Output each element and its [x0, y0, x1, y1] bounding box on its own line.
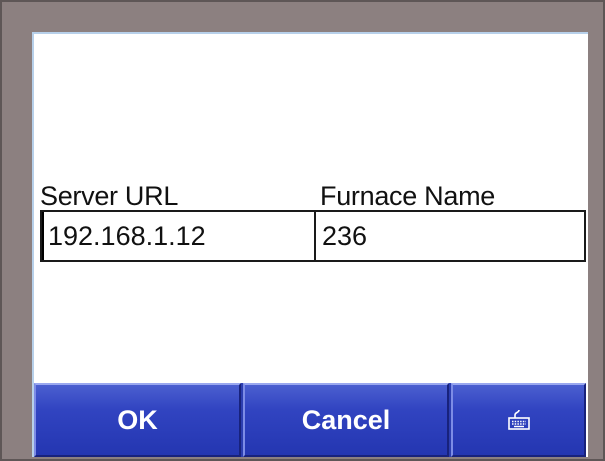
furnace-name-input[interactable]: 236 [314, 212, 584, 260]
keyboard-button[interactable] [451, 383, 586, 457]
server-url-input[interactable]: 192.168.1.12 [42, 212, 314, 260]
ok-button-label: OK [117, 404, 158, 435]
keyboard-icon [507, 409, 531, 431]
button-bar: OK Cancel [34, 383, 586, 457]
input-row: 192.168.1.12 236 [40, 210, 586, 262]
dialog-screen: Server URL Furnace Name 192.168.1.12 236… [32, 32, 588, 457]
cancel-button-label: Cancel [301, 404, 391, 435]
furnace-name-label: Furnace Name [320, 181, 495, 211]
server-url-label: Server URL [40, 181, 179, 211]
device-bezel: Server URL Furnace Name 192.168.1.12 236… [0, 0, 605, 461]
cancel-button[interactable]: Cancel [243, 383, 449, 457]
ok-button[interactable]: OK [34, 383, 241, 457]
